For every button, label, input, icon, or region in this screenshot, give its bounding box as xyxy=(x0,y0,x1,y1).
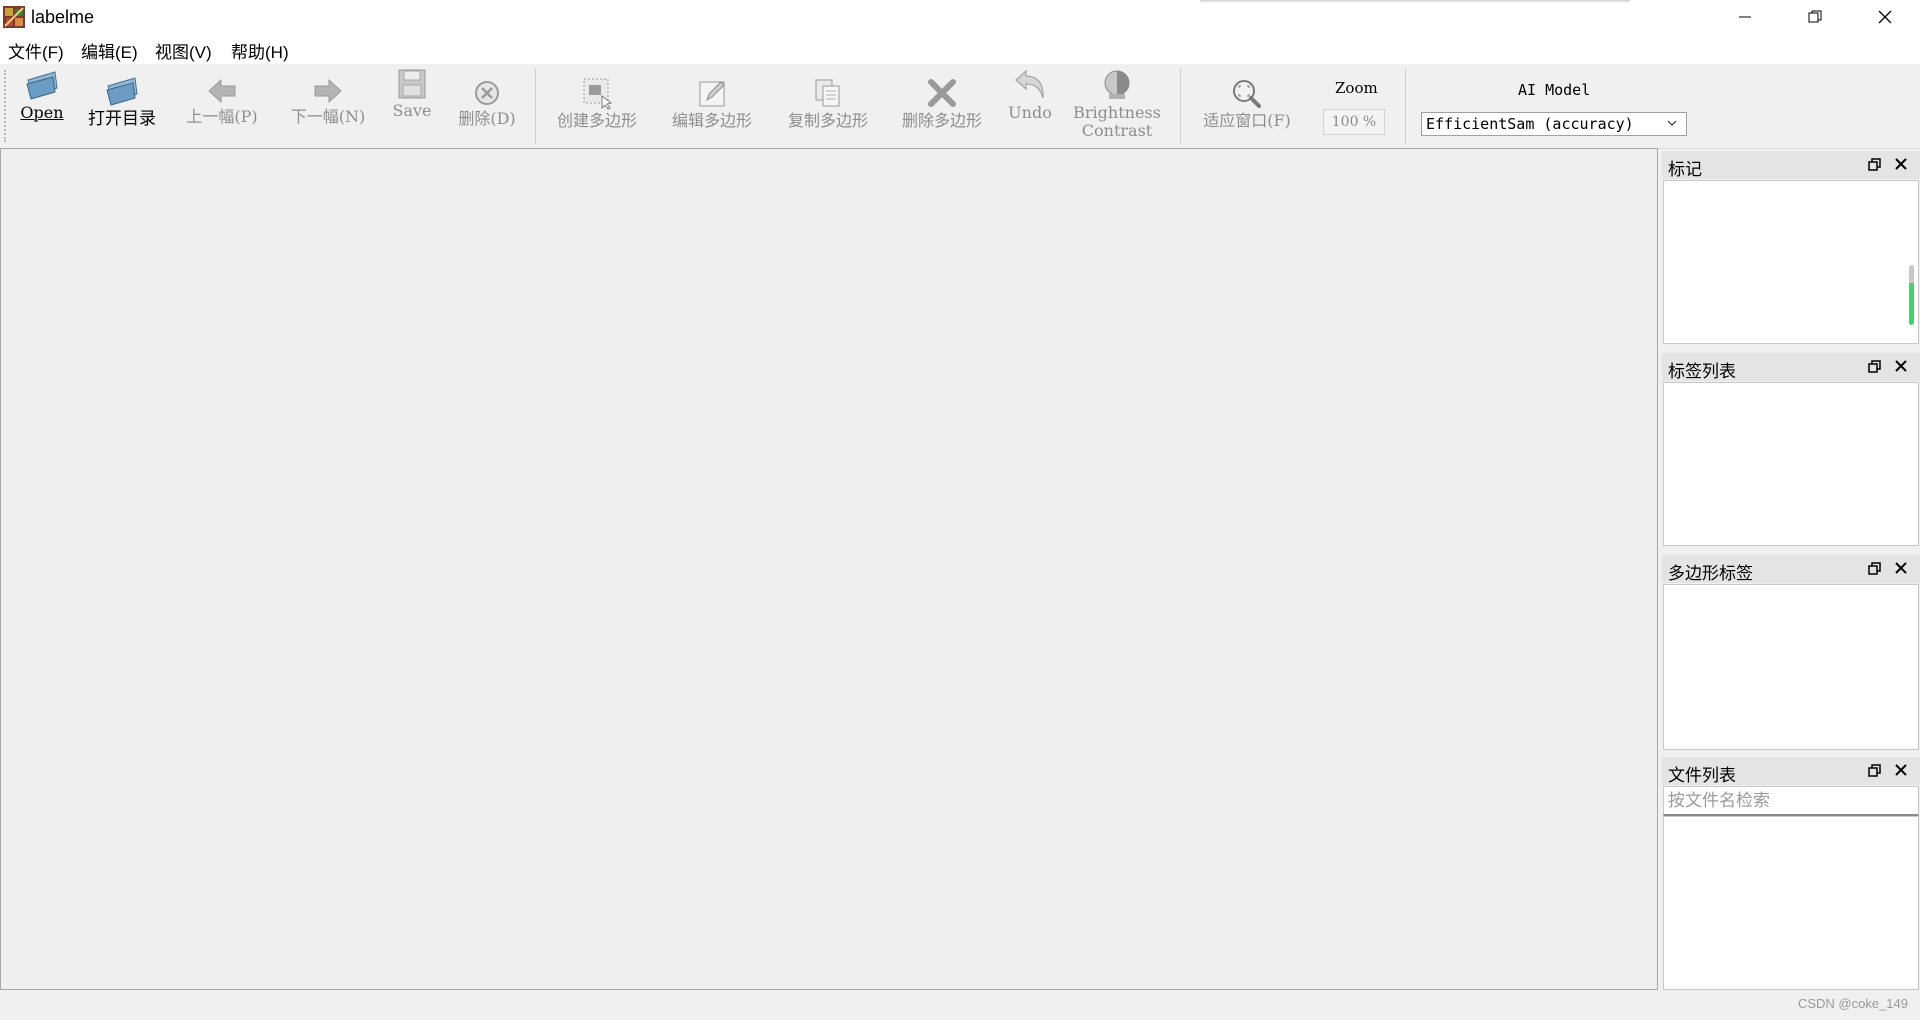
scroll-indicator[interactable] xyxy=(1909,265,1914,325)
copy-icon xyxy=(815,79,840,107)
brightness-contrast-icon xyxy=(1104,70,1130,99)
brightness-contrast-button[interactable]: Brightness Contrast xyxy=(1067,68,1167,139)
fit-window-button[interactable]: 适应窗口(F) xyxy=(1195,78,1299,129)
menu-view[interactable]: 视图(V) xyxy=(155,38,212,63)
delete-file-label: 删除(D) xyxy=(458,109,516,128)
minimize-button[interactable] xyxy=(1710,0,1780,34)
next-image-button[interactable]: 下一幅(N) xyxy=(285,76,371,125)
float-icon[interactable] xyxy=(1868,360,1882,374)
dock-label-list-title: 标签列表 xyxy=(1668,362,1736,381)
delete-file-button[interactable]: 删除(D) xyxy=(451,78,523,127)
dock-flags-header: 标记 xyxy=(1662,151,1920,179)
next-image-label: 下一幅(N) xyxy=(290,107,366,126)
status-bar xyxy=(0,990,1920,1020)
contrast-label: Contrast xyxy=(1081,121,1153,140)
create-polygon-button[interactable]: 创建多边形 xyxy=(550,76,644,129)
dock-polygon-labels-header: 多边形标签 xyxy=(1662,555,1920,583)
save-label: Save xyxy=(392,101,432,120)
float-icon[interactable] xyxy=(1868,562,1882,576)
create-polygon-label: 创建多边形 xyxy=(556,111,637,130)
copy-polygon-label: 复制多边形 xyxy=(787,111,868,130)
polygon-labels-list[interactable] xyxy=(1663,584,1919,750)
close-icon xyxy=(1878,10,1892,24)
close-icon[interactable] xyxy=(1894,561,1908,575)
image-canvas[interactable] xyxy=(0,148,1658,990)
restore-button[interactable] xyxy=(1780,0,1850,34)
delete-polygon-label: 删除多边形 xyxy=(901,111,982,130)
window-title: labelme xyxy=(31,7,95,27)
title-bar xyxy=(0,0,1920,34)
prev-image-label: 上一幅(P) xyxy=(186,107,258,126)
dock-file-list-title: 文件列表 xyxy=(1668,766,1736,785)
save-button[interactable]: Save xyxy=(391,68,433,119)
overlay-shadow xyxy=(1200,0,1630,3)
minimize-icon xyxy=(1739,16,1751,18)
open-dir-label: 打开目录 xyxy=(88,109,156,128)
flags-list[interactable] xyxy=(1663,180,1919,344)
prev-image-button[interactable]: 上一幅(P) xyxy=(180,76,264,125)
watermark-text: CSDN @coke_149 xyxy=(1797,996,1908,1011)
open-button[interactable]: Open xyxy=(20,68,64,121)
open-label: Open xyxy=(20,103,64,122)
label-list[interactable] xyxy=(1663,382,1919,546)
restore-icon xyxy=(1808,10,1822,23)
delete-circle-icon xyxy=(475,81,499,105)
ai-model-selected: EfficientSam (accuracy) xyxy=(1426,115,1634,133)
file-search-input[interactable]: 按文件名检索 xyxy=(1663,786,1919,816)
dock-flags-title: 标记 xyxy=(1668,160,1702,179)
arrow-left-icon xyxy=(208,78,236,104)
float-icon[interactable] xyxy=(1868,158,1882,172)
chevron-down-icon xyxy=(1667,120,1677,126)
open-dir-button[interactable]: 打开目录 xyxy=(84,74,160,127)
ai-model-label: AI Model xyxy=(1518,81,1591,99)
copy-polygon-button[interactable]: 复制多边形 xyxy=(780,76,876,129)
file-list[interactable] xyxy=(1663,816,1919,990)
zoom-fit-icon xyxy=(1233,80,1261,108)
undo-arrow-icon xyxy=(1015,69,1044,99)
menu-help[interactable]: 帮助(H) xyxy=(231,38,289,63)
folder-open-icon xyxy=(106,77,138,106)
close-window-button[interactable] xyxy=(1850,0,1920,34)
delete-x-icon xyxy=(928,79,956,107)
toolbar-separator xyxy=(1180,68,1181,144)
dock-file-list-header: 文件列表 xyxy=(1662,757,1920,785)
zoom-input[interactable]: 100 % xyxy=(1323,109,1385,135)
toolbar-grip[interactable] xyxy=(4,70,9,142)
toolbar-separator xyxy=(1405,68,1406,144)
close-icon[interactable] xyxy=(1894,763,1908,777)
zoom-label: Zoom xyxy=(1335,79,1378,97)
toolbar-separator xyxy=(535,68,536,144)
floppy-save-icon xyxy=(398,69,426,99)
close-icon[interactable] xyxy=(1894,359,1908,373)
labelme-app-icon xyxy=(3,6,25,28)
close-icon[interactable] xyxy=(1894,157,1908,171)
undo-label: Undo xyxy=(1008,103,1052,122)
menu-file[interactable]: 文件(F) xyxy=(8,38,64,63)
folder-open-icon xyxy=(26,71,58,100)
fit-window-label: 适应窗口(F) xyxy=(1203,111,1291,130)
edit-polygon-button[interactable]: 编辑多边形 xyxy=(664,76,760,129)
menu-edit[interactable]: 编辑(E) xyxy=(81,38,138,63)
brightness-label: Brightness xyxy=(1073,103,1161,122)
delete-polygon-button[interactable]: 删除多边形 xyxy=(895,76,989,129)
edit-pencil-icon xyxy=(699,81,725,107)
dock-polygon-labels-title: 多边形标签 xyxy=(1668,564,1753,583)
arrow-right-icon xyxy=(314,78,342,104)
edit-polygon-label: 编辑多边形 xyxy=(671,111,752,130)
create-polygon-icon xyxy=(583,78,613,110)
float-icon[interactable] xyxy=(1868,764,1882,778)
dock-label-list-header: 标签列表 xyxy=(1662,353,1920,381)
ai-model-select[interactable]: EfficientSam (accuracy) xyxy=(1421,112,1687,136)
undo-button[interactable]: Undo xyxy=(1008,68,1052,121)
